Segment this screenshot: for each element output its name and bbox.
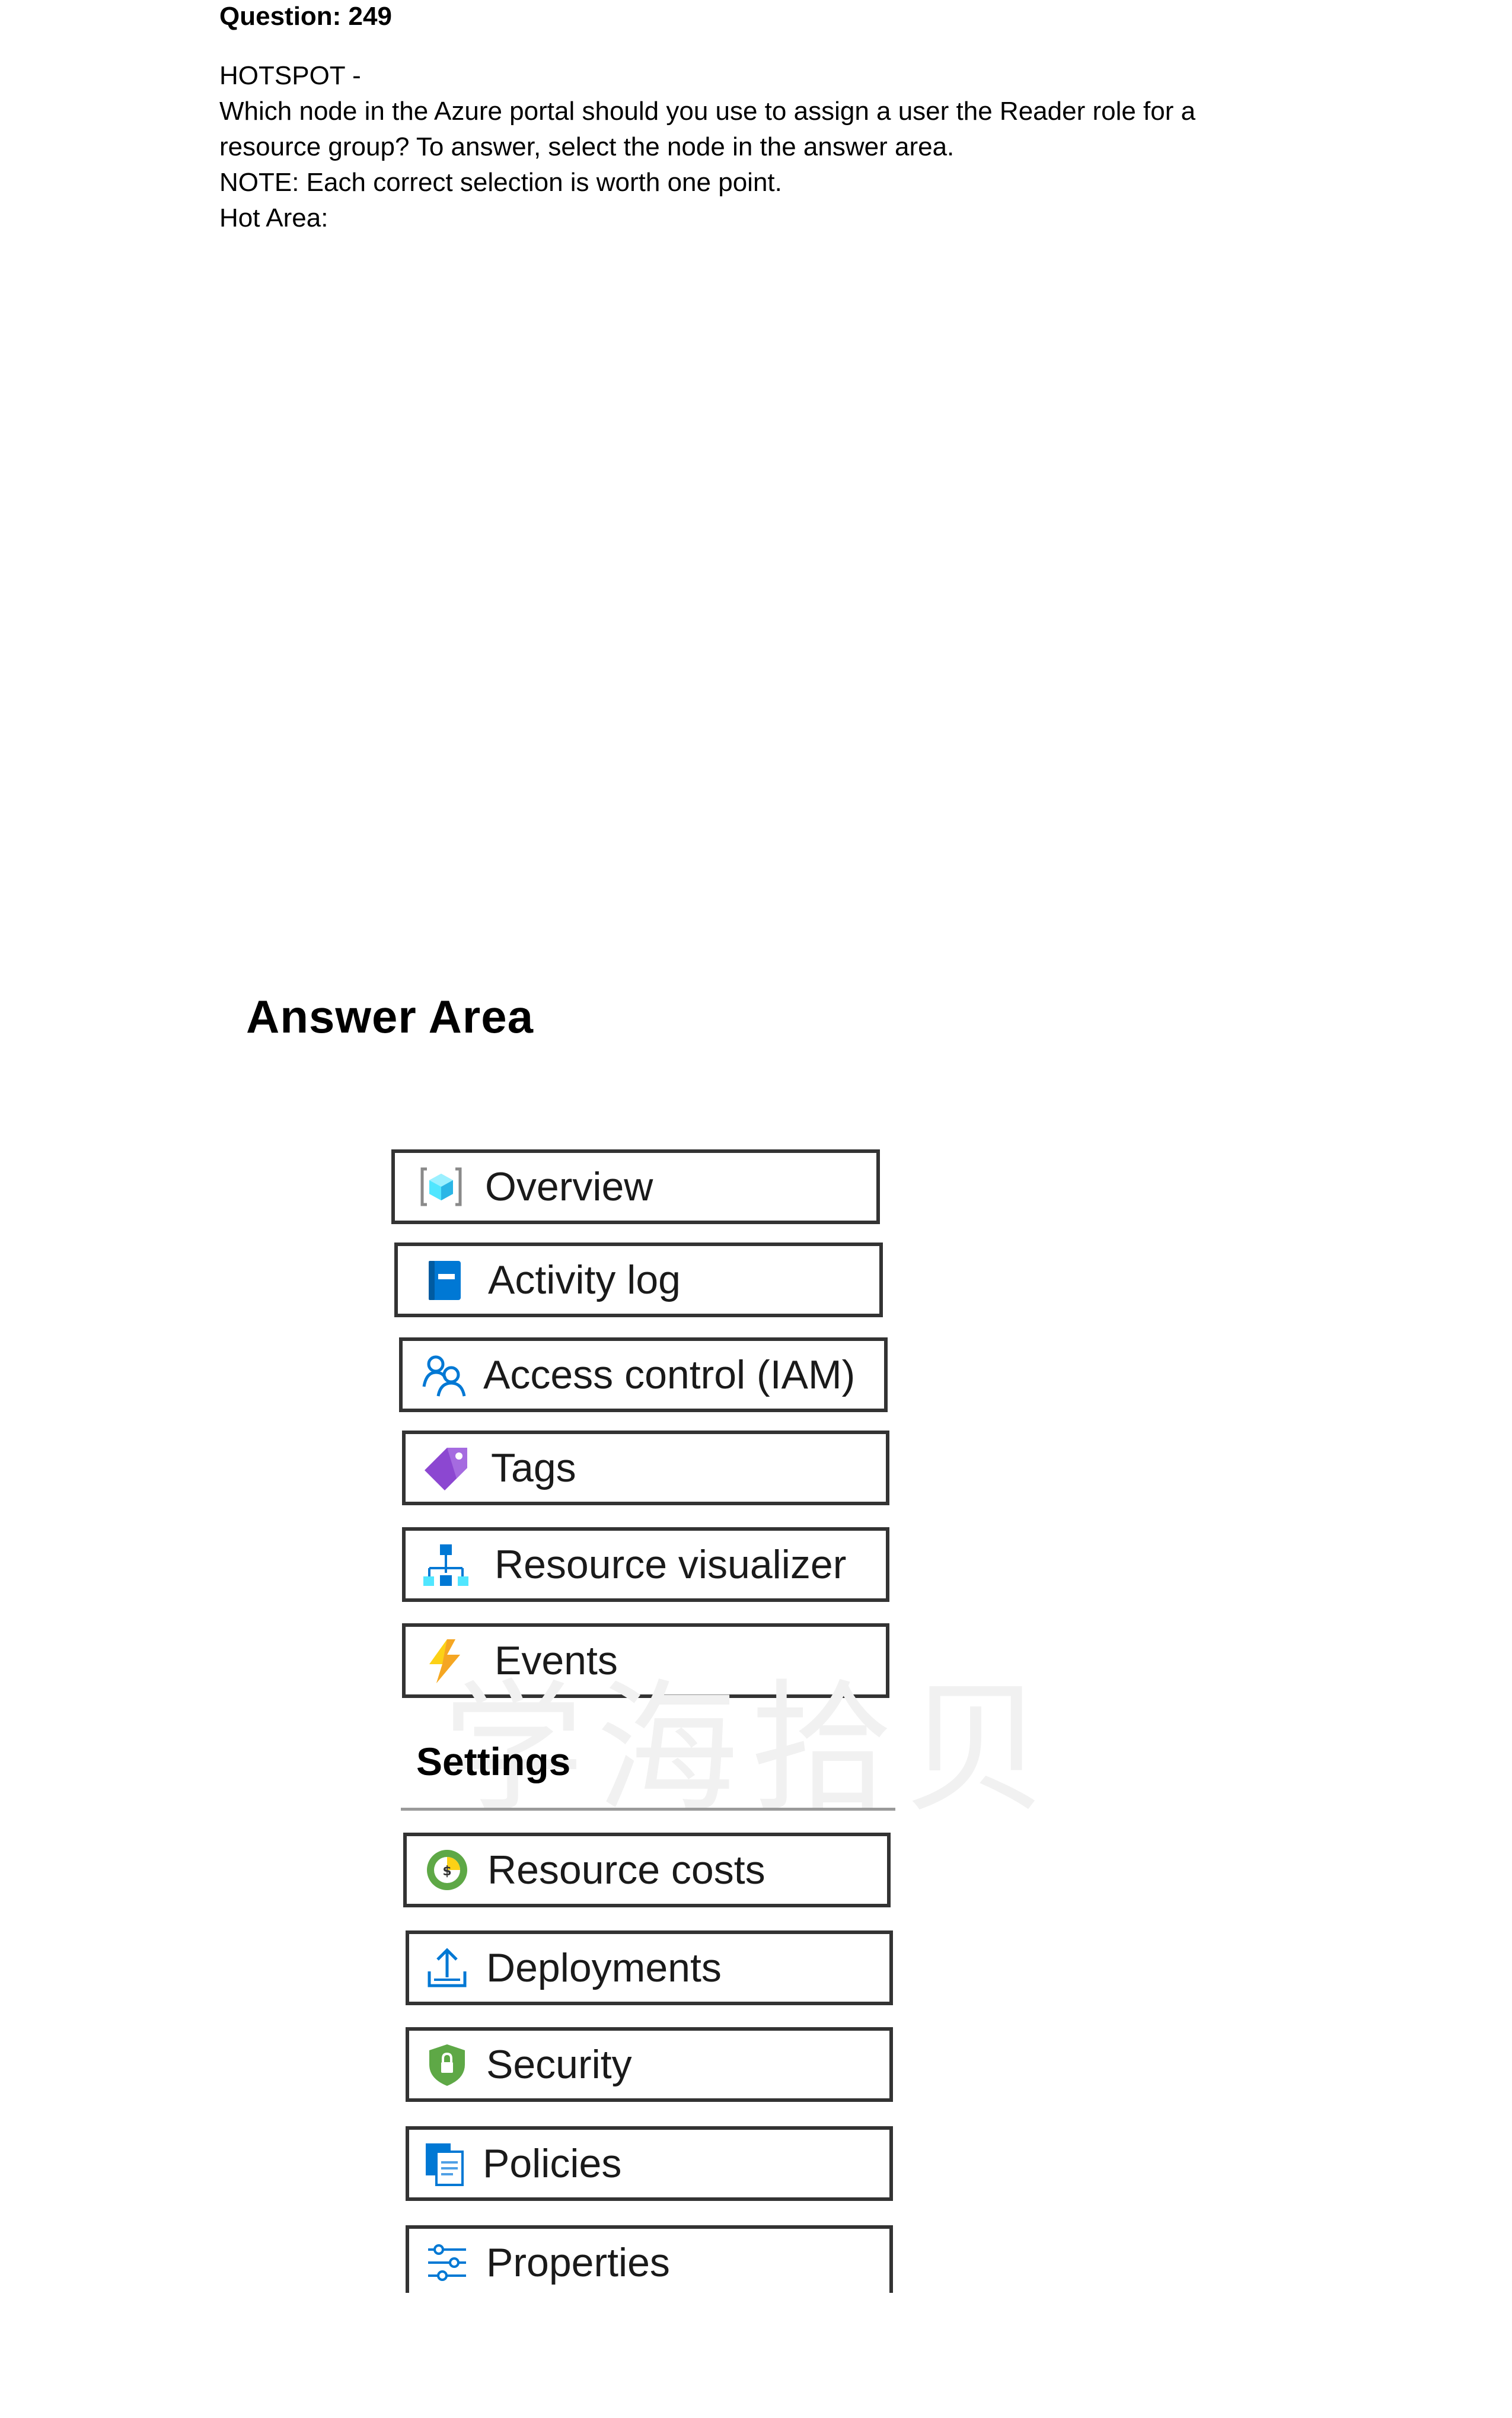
node-policies[interactable]: Policies xyxy=(406,2126,893,2201)
settings-divider xyxy=(401,1808,895,1811)
page-bottom-whitespace xyxy=(0,2293,1512,2418)
question-line-1: Which node in the Azure portal should yo… xyxy=(219,97,1196,126)
cost-circle-icon: $ xyxy=(425,1847,470,1893)
answer-area-title: Answer Area xyxy=(246,990,534,1043)
node-resource-costs[interactable]: $ Resource costs xyxy=(403,1833,891,1907)
question-line-hot-area: Hot Area: xyxy=(219,203,328,232)
activity-log-book-icon xyxy=(422,1257,467,1302)
question-line-note: NOTE: Each correct selection is worth on… xyxy=(219,168,782,197)
node-resource-visualizer[interactable]: Resource visualizer xyxy=(402,1527,889,1602)
node-overview[interactable]: Overview xyxy=(391,1149,880,1224)
node-label: Resource visualizer xyxy=(495,1542,847,1587)
node-label: Activity log xyxy=(488,1257,681,1302)
hierarchy-diagram-icon xyxy=(423,1542,468,1587)
resource-group-cube-icon xyxy=(419,1164,464,1209)
node-label: Overview xyxy=(485,1164,653,1209)
upload-deploy-icon xyxy=(425,1945,470,1990)
node-label: Tags xyxy=(491,1445,576,1490)
node-label: Policies xyxy=(483,2141,622,2186)
policy-documents-icon xyxy=(422,2141,467,2186)
question-body: HOTSPOT - Which node in the Azure portal… xyxy=(219,58,1405,236)
node-tags[interactable]: Tags xyxy=(402,1431,889,1505)
question-line-2: resource group? To answer, select the no… xyxy=(219,132,955,161)
node-security[interactable]: Security xyxy=(406,2027,893,2102)
node-label: Security xyxy=(486,2042,632,2087)
node-label: Resource costs xyxy=(487,1847,765,1893)
tag-icon xyxy=(425,1445,470,1490)
node-deployments[interactable]: Deployments xyxy=(406,1930,893,2005)
node-activity-log[interactable]: Activity log xyxy=(394,1243,883,1317)
node-properties[interactable]: Properties xyxy=(406,2225,893,2300)
node-label: Access control (IAM) xyxy=(483,1352,856,1397)
sliders-properties-icon xyxy=(425,2240,470,2285)
node-label: Properties xyxy=(486,2240,670,2285)
node-access-control-iam[interactable]: Access control (IAM) xyxy=(399,1337,888,1412)
svg-text:$: $ xyxy=(442,1864,451,1879)
settings-heading: Settings xyxy=(416,1740,571,1783)
shield-icon xyxy=(425,2042,470,2087)
question-line-type: HOTSPOT - xyxy=(219,61,361,90)
node-label: Deployments xyxy=(486,1945,722,1990)
users-iam-icon xyxy=(422,1352,467,1397)
question-title: Question: 249 xyxy=(219,2,392,31)
